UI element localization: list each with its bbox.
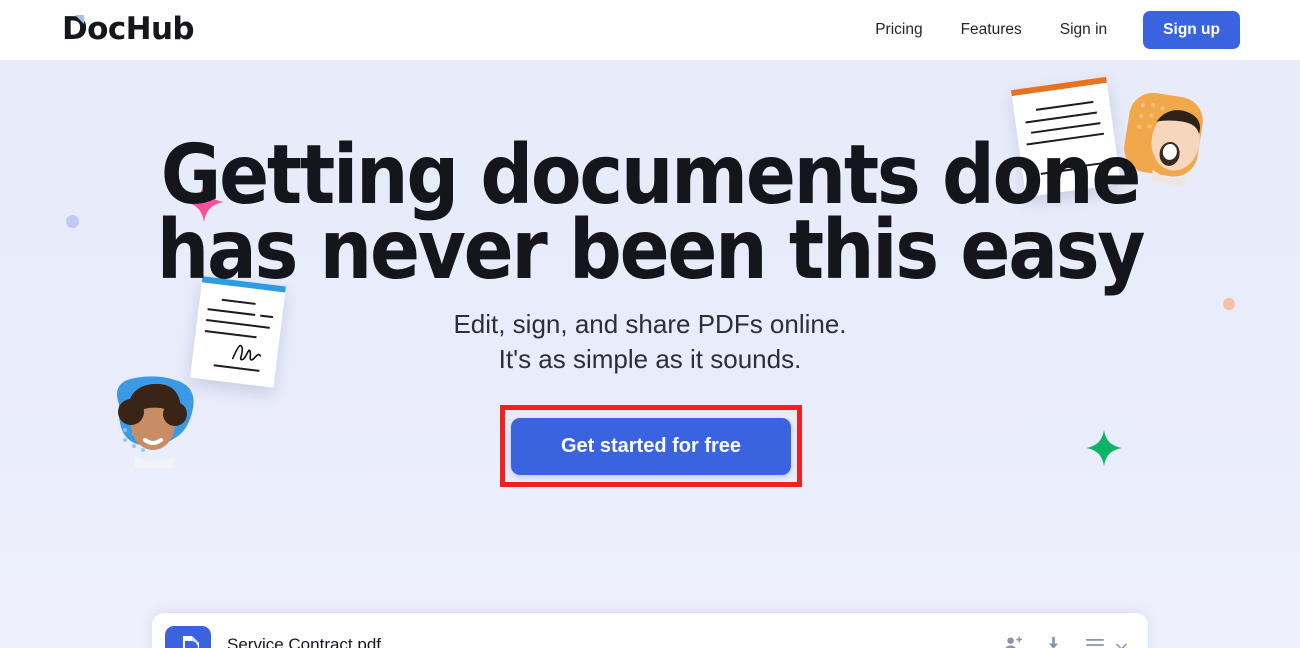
page-subtitle: Edit, sign, and share PDFs online. It's … (0, 307, 1300, 377)
menu-icon[interactable] (1085, 638, 1105, 648)
sparkle-green-icon (1085, 429, 1123, 467)
page-title: Getting documents done has never been th… (65, 128, 1235, 298)
sign-up-button[interactable]: Sign up (1143, 11, 1240, 49)
site-header: DocHub Pricing Features Sign in Sign up (0, 0, 1300, 60)
editor-header: Service Contract.pdf (152, 613, 1148, 648)
nav-pricing[interactable]: Pricing (875, 21, 922, 39)
pdf-document-icon (165, 626, 211, 648)
subtitle-line-2: It's as simple as it sounds. (498, 344, 802, 374)
headline-line-1: Getting documents done (160, 128, 1142, 223)
subtitle-line-1: Edit, sign, and share PDFs online. (453, 309, 847, 339)
file-name-label: Service Contract.pdf (227, 635, 382, 648)
nav-features[interactable]: Features (961, 21, 1022, 39)
document-fold-icon (75, 15, 84, 24)
download-icon[interactable] (1044, 635, 1063, 648)
hero-section: Getting documents done has never been th… (0, 60, 1300, 648)
primary-navigation: Pricing Features Sign in Sign up (837, 0, 1240, 60)
add-collaborator-icon[interactable] (1003, 635, 1022, 648)
editor-header-actions (1003, 635, 1128, 648)
editor-preview-card: Service Contract.pdf (152, 613, 1148, 648)
document-top-bar (1010, 76, 1107, 97)
nav-sign-in[interactable]: Sign in (1060, 21, 1107, 39)
avatar-woman-illustration (101, 368, 206, 468)
get-started-button[interactable]: Get started for free (511, 418, 791, 475)
headline-line-2: has never been this easy (156, 203, 1146, 298)
chevron-down-icon[interactable] (1115, 638, 1128, 648)
logo[interactable]: DocHub (62, 12, 195, 46)
